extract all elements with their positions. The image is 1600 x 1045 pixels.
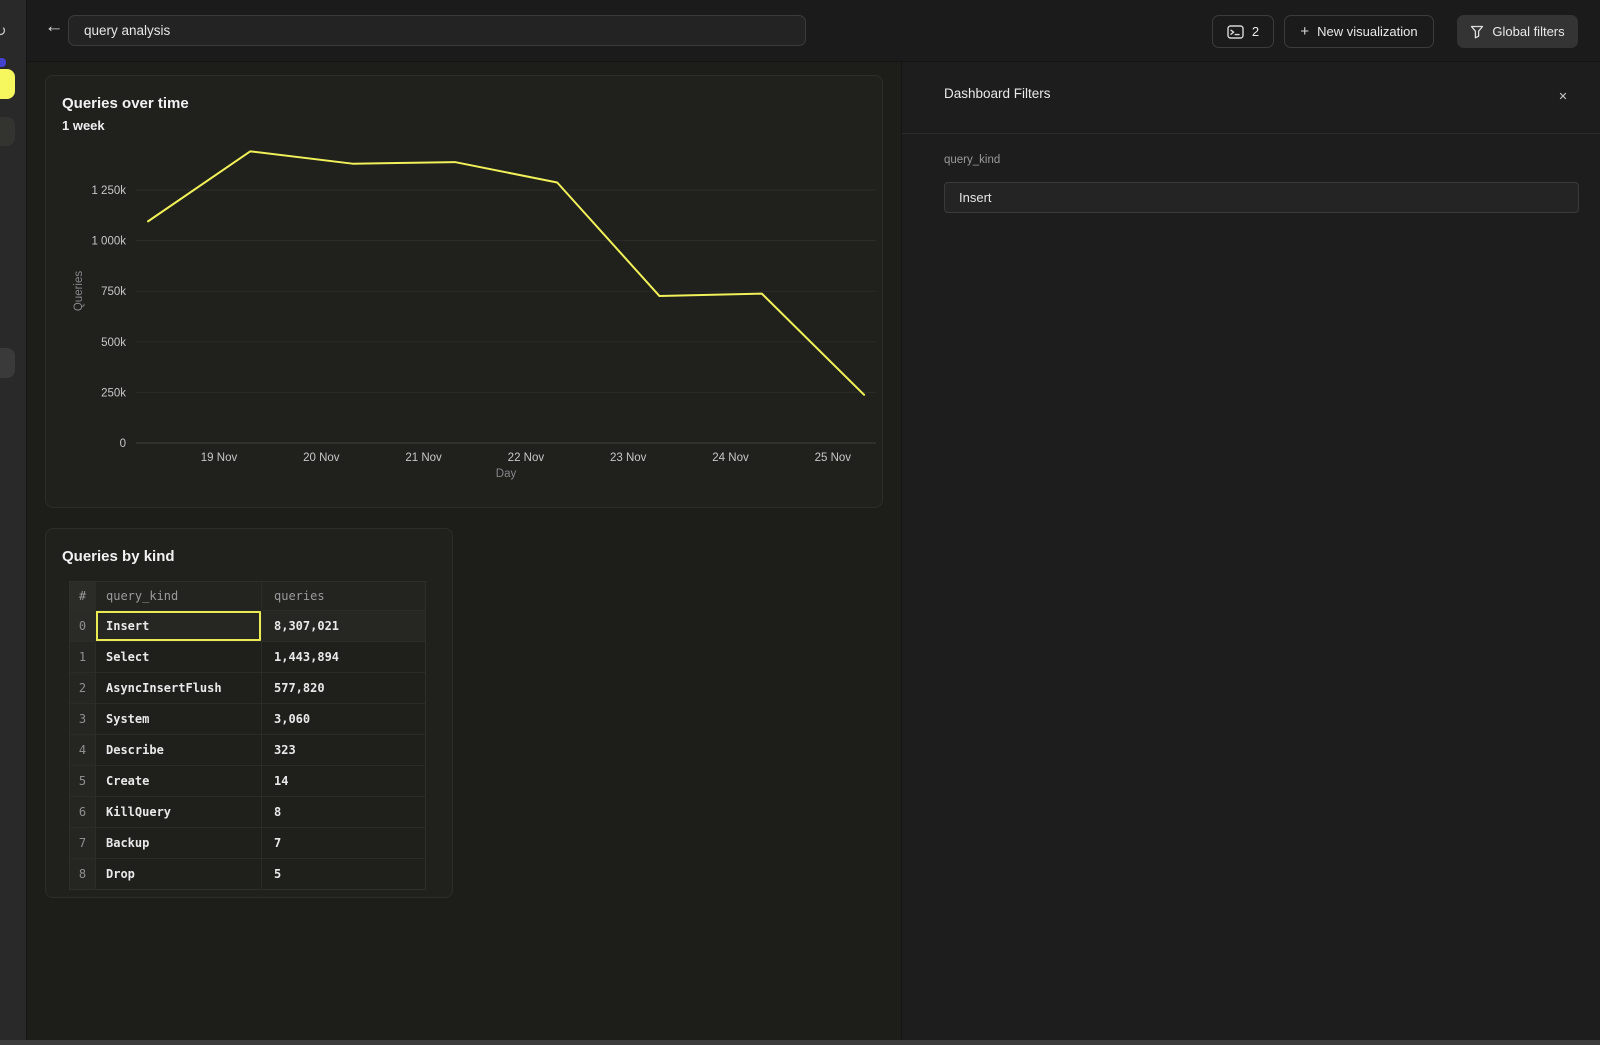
row-index-cell: 1 [70,642,95,672]
svg-text:23 Nov: 23 Nov [610,452,647,464]
row-index-cell: 0 [70,611,95,641]
console-count: 2 [1252,24,1259,39]
dashboard-canvas: Queries over time 1 week 0250k500k750k1 … [26,62,900,1040]
sql-console-count-button[interactable]: 2 [1212,15,1274,48]
table-header-row: # query_kind queries [70,582,425,610]
svg-text:20 Nov: 20 Nov [303,452,340,464]
table-row: 3 System 3,060 [70,703,425,734]
sql-console-icon [1227,25,1244,39]
query-kind-filter-input[interactable] [944,182,1579,213]
queries-count-cell[interactable]: 1,443,894 [261,642,425,672]
query-kind-cell[interactable]: System [95,704,261,734]
queries-count-cell[interactable]: 8,307,021 [261,611,425,641]
table-row: 1 Select 1,443,894 [70,641,425,672]
refresh-icon[interactable]: ↻ [0,22,7,40]
panel-divider [902,133,1600,134]
sidebar-item-blue[interactable] [0,58,6,67]
queries-count-cell[interactable]: 5 [261,859,425,889]
column-header-query-kind: query_kind [95,582,261,610]
x-axis-title: Day [496,468,516,480]
table-row: 0 Insert 8,307,021 [70,610,425,641]
query-kind-cell[interactable]: Drop [95,859,261,889]
sidebar-item[interactable] [0,348,15,378]
svg-text:22 Nov: 22 Nov [508,452,545,464]
svg-text:24 Nov: 24 Nov [712,452,749,464]
table-row: 6 KillQuery 8 [70,796,425,827]
table-title: Queries by kind [62,548,175,565]
queries-count-cell[interactable]: 323 [261,735,425,765]
table-row: 7 Backup 7 [70,827,425,858]
svg-text:750k: 750k [101,286,126,298]
svg-text:1 000k: 1 000k [91,236,126,248]
row-index-cell: 5 [70,766,95,796]
queries-count-cell[interactable]: 577,820 [261,673,425,703]
svg-text:250k: 250k [101,387,126,399]
window-bottom-strip [0,1040,1600,1045]
row-index-cell: 8 [70,859,95,889]
queries-line-chart: 0 250k 500k 750k 1 000k 1 250k 19 Nov 20 Nov 21 … [46,76,884,486]
queries-count-cell[interactable]: 8 [261,797,425,827]
table-row: 8 Drop 5 [70,858,425,889]
back-button[interactable]: ← [39,12,69,42]
filter-field-label: query_kind [944,154,1000,166]
query-kind-cell[interactable]: AsyncInsertFlush [95,673,261,703]
queries-by-kind-card: Queries by kind # query_kind queries 0 I… [45,528,453,898]
dashboard-name-input[interactable] [68,15,806,46]
svg-text:1 250k: 1 250k [91,185,126,197]
queries-by-kind-table-body: 0 Insert 8,307,021 1 Select 1,443,894 2 … [70,610,425,889]
queries-count-cell[interactable]: 3,060 [261,704,425,734]
query-kind-cell[interactable]: KillQuery [95,797,261,827]
row-index-cell: 4 [70,735,95,765]
funnel-icon [1470,25,1484,39]
column-header-index: # [70,582,95,610]
left-sidebar: ↻ [0,0,27,1040]
queries-count-cell[interactable]: 7 [261,828,425,858]
sidebar-item[interactable] [0,117,15,146]
query-kind-cell[interactable]: Backup [95,828,261,858]
query-kind-cell[interactable]: Select [95,642,261,672]
table-row: 5 Create 14 [70,765,425,796]
svg-text:25 Nov: 25 Nov [815,452,852,464]
queries-over-time-card: Queries over time 1 week 0250k500k750k1 … [45,75,883,508]
top-bar: ← 2 + New visualization Global filters [26,0,1600,62]
row-index-cell: 2 [70,673,95,703]
column-header-queries: queries [261,582,425,610]
row-index-cell: 7 [70,828,95,858]
table-row: 4 Describe 323 [70,734,425,765]
table-row: 2 AsyncInsertFlush 577,820 [70,672,425,703]
row-index-cell: 6 [70,797,95,827]
queries-by-kind-table: # query_kind queries 0 Insert 8,307,021 … [69,581,426,890]
svg-text:0: 0 [120,438,126,450]
query-kind-cell[interactable]: Create [95,766,261,796]
new-visualization-button[interactable]: + New visualization [1284,15,1434,48]
close-icon[interactable]: ✕ [1552,85,1574,107]
svg-text:21 Nov: 21 Nov [405,452,442,464]
query-kind-cell[interactable]: Describe [95,735,261,765]
y-axis-title: Queries [73,271,85,311]
query-kind-cell[interactable]: Insert [95,611,261,641]
panel-title: Dashboard Filters [944,86,1051,101]
queries-count-cell[interactable]: 14 [261,766,425,796]
svg-text:500k: 500k [101,337,126,349]
plus-icon: + [1300,23,1309,40]
dashboard-filters-panel: Dashboard Filters ✕ query_kind [901,62,1600,1040]
row-index-cell: 3 [70,704,95,734]
global-filters-button[interactable]: Global filters [1457,15,1578,48]
svg-text:19 Nov: 19 Nov [201,452,238,464]
sidebar-item-active[interactable] [0,69,15,99]
